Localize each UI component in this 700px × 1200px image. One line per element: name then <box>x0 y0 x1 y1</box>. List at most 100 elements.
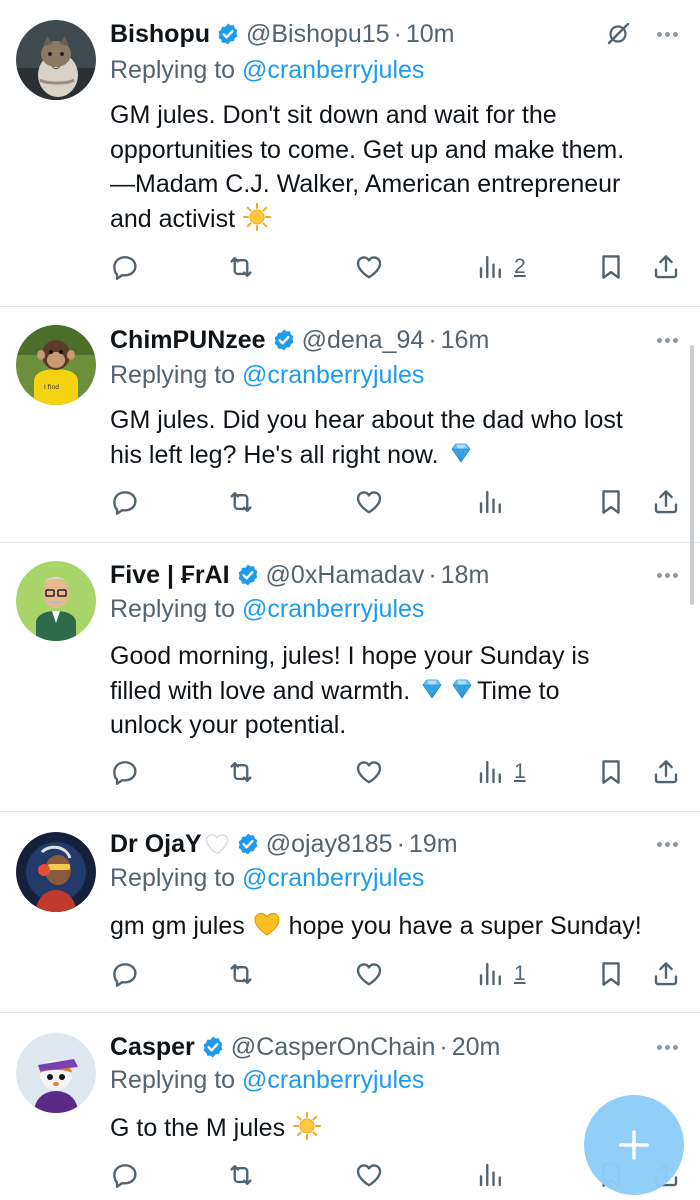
reply-tweet[interactable]: I find ChimPUNzee @dena_94 · 16m Replyin… <box>0 307 700 542</box>
bookmark-icon[interactable] <box>596 954 626 994</box>
mention-link[interactable]: @cranberryjules <box>242 595 424 623</box>
timestamp[interactable]: 10m <box>406 20 455 49</box>
reply-icon[interactable] <box>110 752 140 792</box>
replying-prefix: Replying to <box>110 1066 243 1094</box>
more-icon[interactable] <box>654 832 680 856</box>
verified-badge-icon <box>216 22 240 46</box>
verified-badge-icon <box>201 1035 225 1059</box>
handle[interactable]: @ojay8185 <box>266 830 393 859</box>
views-icon <box>476 757 506 787</box>
timestamp[interactable]: 18m <box>441 561 490 590</box>
views-button[interactable]: 1 <box>476 954 526 994</box>
tweet-text-line: Good morning, jules! I hope your Sunday … <box>110 642 590 670</box>
share-icon[interactable] <box>651 482 681 522</box>
reply-tweet[interactable]: Dr OjaY @ojay8185 · 19m Replying to @cra… <box>0 812 700 1012</box>
retweet-icon[interactable] <box>226 752 256 792</box>
tweet-actions: 2 <box>0 247 700 287</box>
views-icon[interactable] <box>476 1155 506 1195</box>
tweet-text: GM jules. Did you hear about the dad who… <box>110 403 680 472</box>
replying-prefix: Replying to <box>110 361 243 389</box>
views-button[interactable]: 1 <box>476 752 526 792</box>
more-icon[interactable] <box>654 563 680 587</box>
tweet-text-segment: gm gm jules <box>110 912 252 940</box>
tweet-header: Casper @CasperOnChain · 20m <box>110 1029 680 1065</box>
heart-icon[interactable] <box>354 752 384 792</box>
retweet-icon[interactable] <box>226 954 256 994</box>
reply-tweet[interactable]: Five | ₣rAI @0xHamadav · 18m Replying to… <box>0 543 700 811</box>
retweet-icon[interactable] <box>226 482 256 522</box>
mention-link[interactable]: @cranberryjules <box>242 864 424 892</box>
avatar[interactable]: I find <box>16 325 96 405</box>
replying-to: Replying to @cranberryjules <box>110 56 424 85</box>
display-name[interactable]: Casper <box>110 1033 195 1062</box>
compose-plus-icon <box>619 1130 649 1160</box>
retweet-icon[interactable] <box>226 1155 256 1195</box>
mention-link[interactable]: @cranberryjules <box>242 56 424 84</box>
svg-text:I find: I find <box>44 384 59 391</box>
handle[interactable]: @CasperOnChain <box>231 1033 436 1062</box>
yellow-heart-emoji <box>252 909 282 939</box>
more-icon[interactable] <box>654 1035 680 1059</box>
handle[interactable]: @Bishopu15 <box>246 20 390 49</box>
scrollbar[interactable] <box>690 345 694 605</box>
handle[interactable]: @dena_94 <box>302 326 425 355</box>
tweet-text-segment: G to the M jules <box>110 1114 293 1142</box>
separator: · <box>428 325 437 354</box>
views-count: 1 <box>514 760 526 783</box>
share-icon[interactable] <box>651 247 681 287</box>
display-name[interactable]: ChimPUNzee <box>110 326 266 355</box>
compose-button[interactable] <box>584 1095 684 1195</box>
handle[interactable]: @0xHamadav <box>266 561 425 590</box>
heart-icon[interactable] <box>354 247 384 287</box>
tweet-text-segment: Time to <box>477 676 560 705</box>
more-icon[interactable] <box>654 328 680 352</box>
grok-icon[interactable] <box>604 20 632 48</box>
heart-icon[interactable] <box>354 1155 384 1195</box>
mention-link[interactable]: @cranberryjules <box>242 361 424 389</box>
tweet-text-line: opportunities to come. Get up and make t… <box>110 135 625 164</box>
display-name[interactable]: Five | ₣rAI <box>110 561 230 590</box>
verified-badge-icon <box>236 563 260 587</box>
replying-prefix: Replying to <box>110 864 243 892</box>
timestamp[interactable]: 16m <box>441 326 490 355</box>
timestamp[interactable]: 20m <box>452 1033 501 1062</box>
reply-icon[interactable] <box>110 954 140 994</box>
reply-icon[interactable] <box>110 482 140 522</box>
share-icon[interactable] <box>651 954 681 994</box>
heart-icon[interactable] <box>354 954 384 994</box>
views-count: 2 <box>514 255 526 278</box>
display-name[interactable]: Bishopu <box>110 20 210 49</box>
mention-link[interactable]: @cranberryjules <box>242 1066 424 1094</box>
white-heart-emoji <box>204 831 230 857</box>
reply-icon[interactable] <box>110 247 140 287</box>
gem-emoji <box>417 674 447 704</box>
tweet-text-segment: filled with love and warmth. <box>110 676 418 705</box>
tweet-header: Five | ₣rAI @0xHamadav · 18m <box>110 557 680 593</box>
bookmark-icon[interactable] <box>596 482 626 522</box>
bookmark-icon[interactable] <box>596 752 626 792</box>
retweet-icon[interactable] <box>226 247 256 287</box>
views-icon <box>476 252 506 282</box>
reply-icon[interactable] <box>110 1155 140 1195</box>
views-button[interactable]: 2 <box>476 247 526 287</box>
tweet-actions: 1 <box>0 752 700 792</box>
avatar[interactable] <box>16 1033 96 1113</box>
avatar[interactable] <box>16 561 96 641</box>
bookmark-icon[interactable] <box>596 247 626 287</box>
tweet-text-line: and activist <box>110 204 236 233</box>
timestamp[interactable]: 19m <box>409 830 458 859</box>
tweet-text-line: unlock your potential. <box>110 711 347 739</box>
reply-tweet[interactable]: Bishopu @Bishopu15 · 10m Replying to @cr… <box>0 0 700 306</box>
avatar[interactable] <box>16 20 96 100</box>
heart-icon[interactable] <box>354 482 384 522</box>
replying-prefix: Replying to <box>110 595 243 623</box>
views-icon[interactable] <box>476 482 506 522</box>
share-icon[interactable] <box>651 752 681 792</box>
separator: · <box>393 19 402 48</box>
display-name[interactable]: Dr OjaY <box>110 830 202 859</box>
replying-to: Replying to @cranberryjules <box>110 361 424 390</box>
tweet-text-line: GM jules. Did you hear about the dad who… <box>110 406 623 434</box>
avatar[interactable] <box>16 832 96 912</box>
more-icon[interactable] <box>654 22 680 46</box>
tweet-text-segment: hope you have a super Sunday! <box>281 912 642 940</box>
